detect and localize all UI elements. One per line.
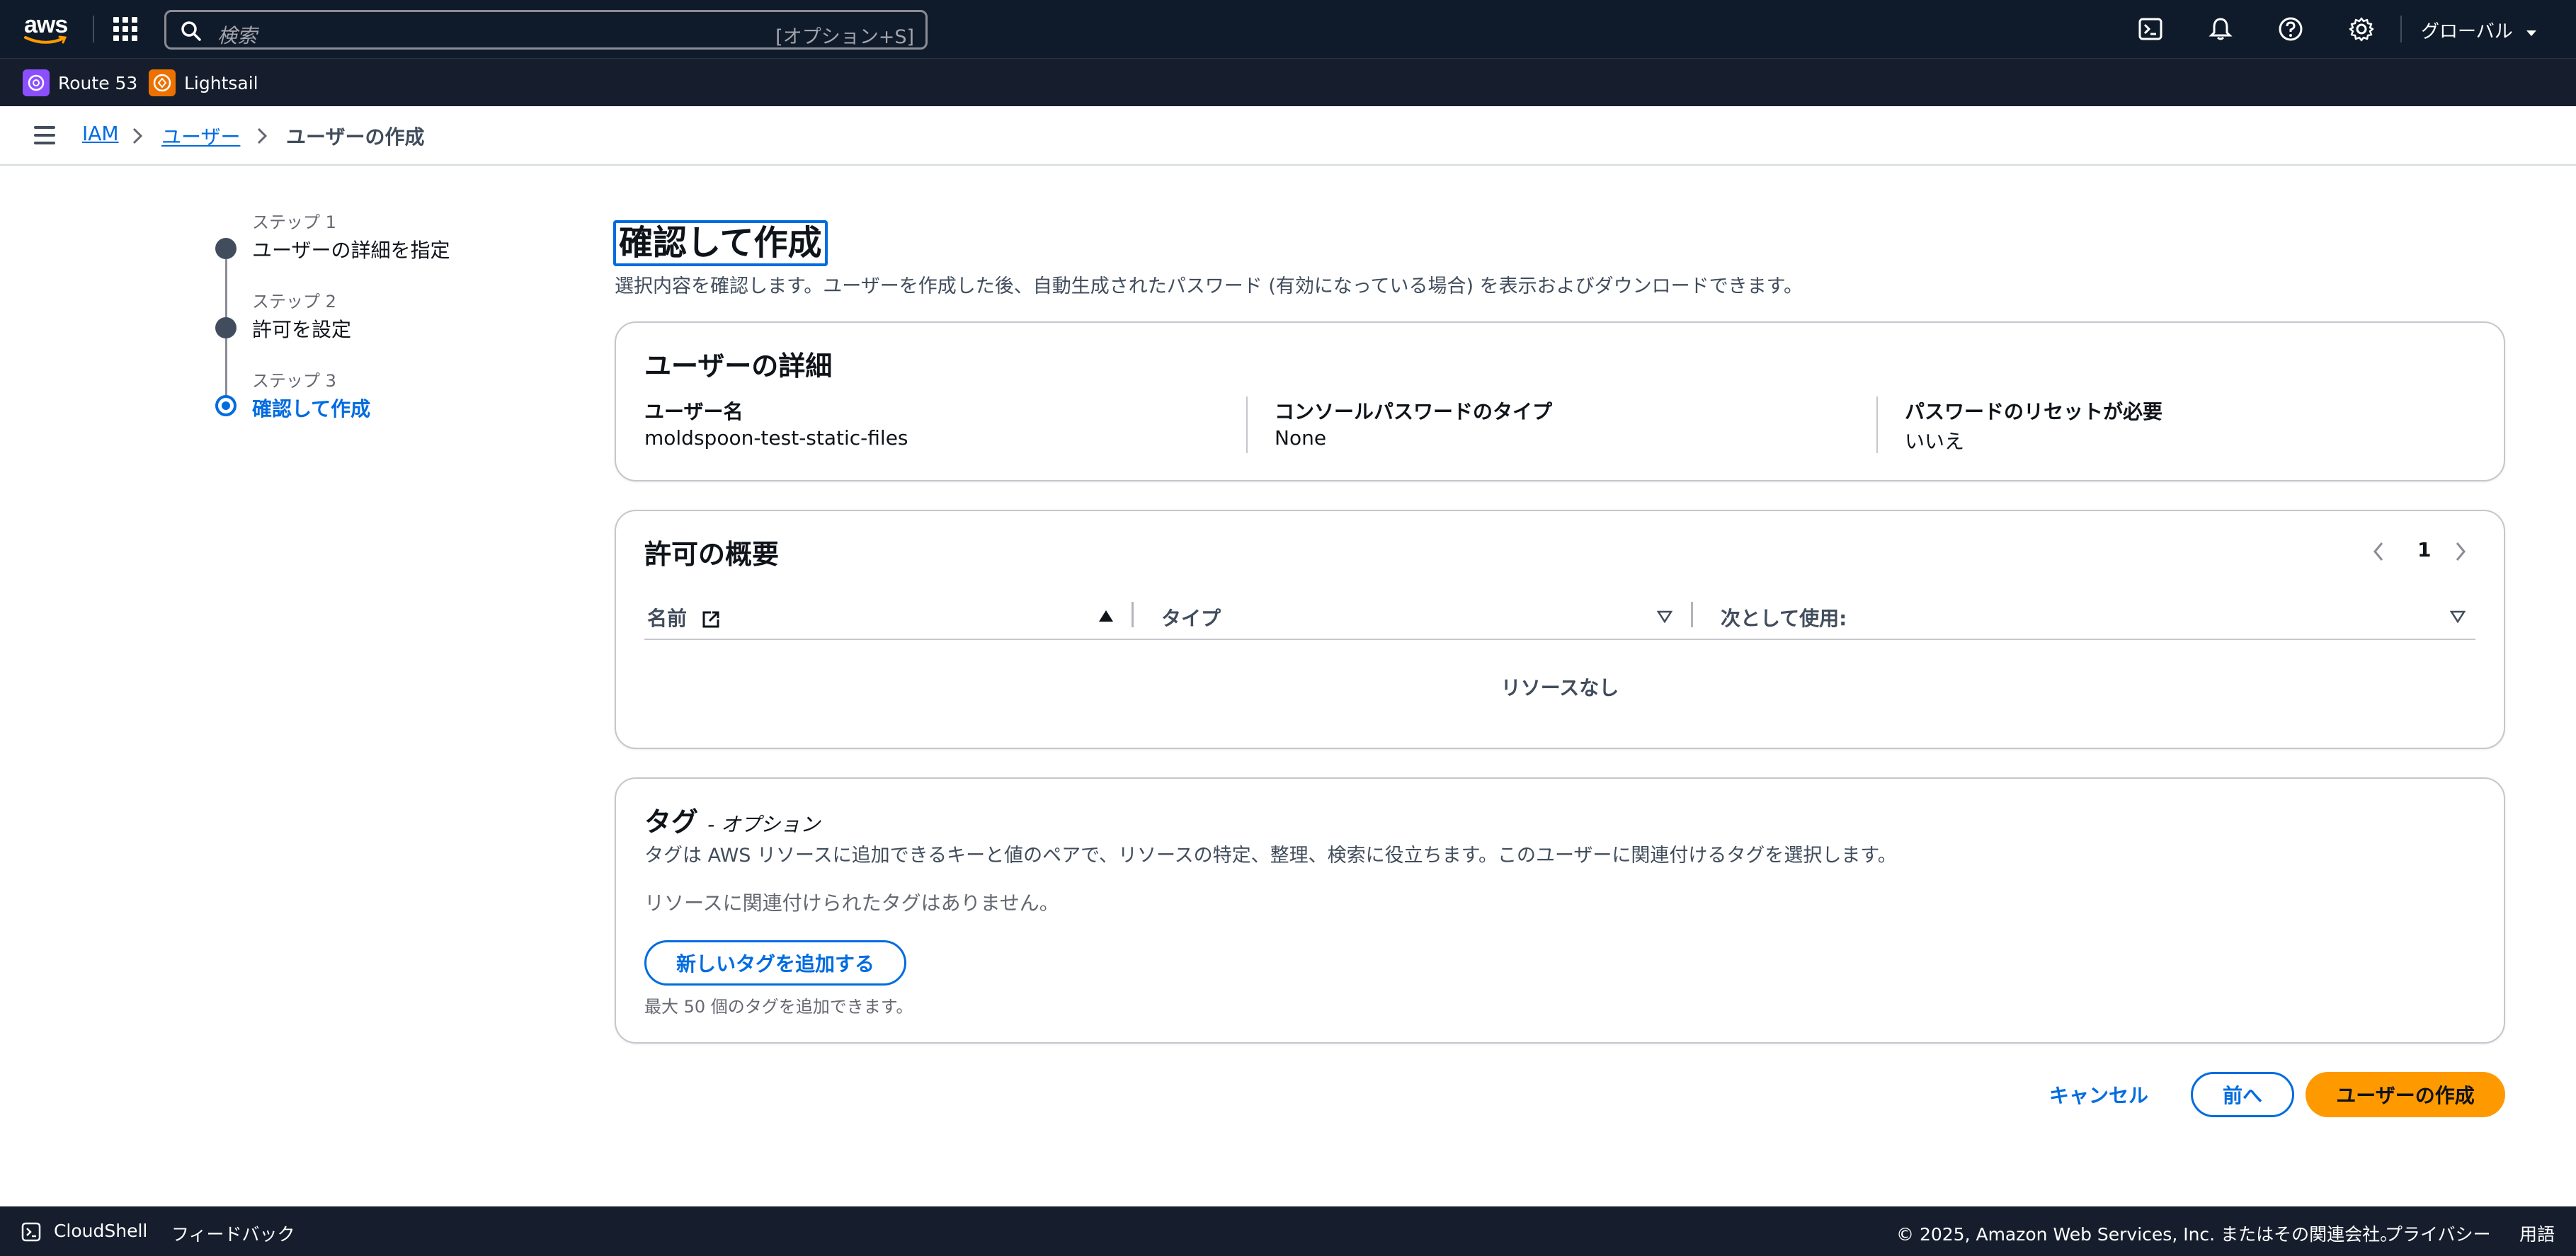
search-placeholder: 検索 xyxy=(217,24,258,47)
username-value: moldspoon-test-static-files xyxy=(644,426,908,450)
pagination-previous-icon[interactable] xyxy=(2372,541,2385,562)
column-divider xyxy=(1876,396,1878,453)
step-3-indicator xyxy=(215,395,236,416)
search-shortcut: [オプション+S] xyxy=(775,26,914,48)
add-new-tag-button[interactable]: 新しいタグを追加する xyxy=(644,940,906,986)
region-divider xyxy=(2400,16,2402,42)
sort-icon[interactable] xyxy=(2450,610,2466,623)
external-link-icon xyxy=(702,611,719,628)
nav-divider xyxy=(93,16,94,42)
tags-empty-state: リソースに関連付けられたタグはありません。 xyxy=(644,891,1059,915)
search-icon xyxy=(181,21,201,41)
tags-card: タグ - オプション タグは AWS リソースに追加できるキーと値のペアで、リソ… xyxy=(615,777,2505,1044)
username-label: ユーザー名 xyxy=(644,400,743,423)
services-menu-icon[interactable] xyxy=(113,17,137,41)
password-reset-value: いいえ xyxy=(1905,430,1965,453)
console-footer: CloudShell フィードバック © 2025, Amazon Web Se… xyxy=(0,1206,2576,1256)
password-reset-label: パスワードのリセットが必要 xyxy=(1905,400,2163,423)
cloudshell-icon xyxy=(21,1222,41,1242)
breadcrumb: IAM ユーザー ユーザーの作成 xyxy=(0,106,2576,166)
column-resizer[interactable] xyxy=(1691,602,1693,627)
table-empty-state: リソースなし xyxy=(1500,676,1619,700)
step-connector xyxy=(225,259,227,326)
step-1-number: ステップ 1 xyxy=(252,212,336,232)
page-description: 選択内容を確認します。ユーザーを作成した後、自動生成されたパスワード (有効にな… xyxy=(615,275,1803,297)
lightsail-icon xyxy=(149,69,176,96)
breadcrumb-current: ユーザーの作成 xyxy=(286,125,425,149)
breadcrumb-iam[interactable]: IAM xyxy=(82,122,119,145)
tags-limit-hint: 最大 50 個のタグを追加できます。 xyxy=(644,997,913,1017)
help-icon[interactable] xyxy=(2277,16,2304,42)
pagination-current-page[interactable]: 1 xyxy=(2417,538,2431,561)
column-header-used-as[interactable]: 次として使用: xyxy=(1721,603,1847,632)
table-header-divider xyxy=(644,639,2475,640)
region-selector[interactable]: グローバル xyxy=(2421,17,2537,43)
settings-gear-icon[interactable] xyxy=(2348,16,2375,42)
console-password-type-value: None xyxy=(1275,426,1327,450)
cloudshell-icon[interactable] xyxy=(2137,16,2164,42)
user-details-title: ユーザーの詳細 xyxy=(644,350,833,382)
sort-icon[interactable] xyxy=(1657,610,1672,623)
caret-down-icon xyxy=(2526,30,2537,36)
breadcrumb-users[interactable]: ユーザー xyxy=(161,122,240,150)
notifications-bell-icon[interactable] xyxy=(2207,16,2234,42)
chevron-right-icon xyxy=(132,127,143,144)
footer-terms[interactable]: 用語 xyxy=(2519,1221,2555,1246)
favorite-lightsail[interactable]: Lightsail xyxy=(149,69,258,96)
menu-hamburger-icon[interactable] xyxy=(34,126,55,144)
cancel-button[interactable]: キャンセル xyxy=(2039,1072,2158,1117)
pagination-next-icon[interactable] xyxy=(2454,541,2467,562)
permissions-summary-card: 許可の概要 1 名前 タイプ 次として使用: リソースなし xyxy=(615,510,2505,749)
column-divider xyxy=(1246,396,1248,453)
favorite-route53[interactable]: Route 53 xyxy=(23,69,137,96)
column-header-name[interactable]: 名前 xyxy=(647,603,721,632)
step-1-label[interactable]: ユーザーの詳細を指定 xyxy=(252,235,450,263)
footer-feedback[interactable]: フィードバック xyxy=(171,1221,295,1246)
previous-button[interactable]: 前へ xyxy=(2191,1072,2294,1117)
tags-optional-label: - オプション xyxy=(707,813,821,836)
top-navigation: aws 検索 [オプション+S] グローバル xyxy=(0,0,2576,58)
step-3-number: ステップ 3 xyxy=(252,371,336,391)
aws-logo[interactable]: aws xyxy=(24,11,69,47)
create-user-button[interactable]: ユーザーの作成 xyxy=(2306,1072,2505,1117)
console-password-type-label: コンソールパスワードのタイプ xyxy=(1275,400,1553,423)
step-2-label[interactable]: 許可を設定 xyxy=(252,314,351,343)
step-2-indicator xyxy=(215,317,236,338)
step-3-label: 確認して作成 xyxy=(252,397,371,421)
column-header-type[interactable]: タイプ xyxy=(1161,603,1221,632)
aws-smile-icon xyxy=(24,35,67,44)
permissions-summary-title: 許可の概要 xyxy=(644,539,780,570)
footer-privacy[interactable]: プライバシー xyxy=(2385,1221,2491,1246)
footer-copyright: © 2025, Amazon Web Services, Inc. またはその関… xyxy=(1896,1224,2398,1245)
tags-title: タグ xyxy=(644,806,699,838)
page-title: 確認して作成 xyxy=(613,220,828,266)
column-resizer[interactable] xyxy=(1132,602,1134,627)
step-1-indicator xyxy=(215,238,236,259)
footer-cloudshell[interactable]: CloudShell xyxy=(21,1221,147,1242)
sort-ascending-icon[interactable] xyxy=(1098,609,1115,623)
user-details-card: ユーザーの詳細 ユーザー名 moldspoon-test-static-file… xyxy=(615,321,2505,481)
search-input[interactable]: 検索 [オプション+S] xyxy=(164,10,928,50)
favorites-bar: Route 53 Lightsail xyxy=(0,58,2576,106)
chevron-right-icon xyxy=(257,127,268,144)
route53-icon xyxy=(23,69,50,96)
tags-description: タグは AWS リソースに追加できるキーと値のペアで、リソースの特定、整理、検索… xyxy=(644,845,1897,867)
tags-header: タグ - オプション xyxy=(644,800,820,839)
step-2-number: ステップ 2 xyxy=(252,292,336,312)
